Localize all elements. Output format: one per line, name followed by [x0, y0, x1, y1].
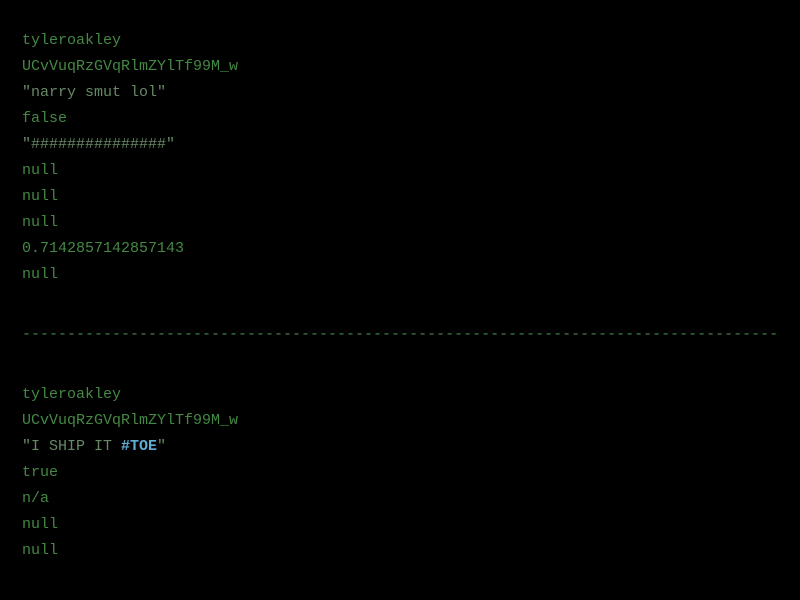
field-title: "narry smut lol" — [22, 80, 778, 106]
hashtag-link[interactable]: #TOE — [121, 438, 157, 455]
field-flag: false — [22, 106, 778, 132]
field-5: n/a — [22, 486, 778, 512]
field-5: "###############" — [22, 132, 778, 158]
field-username: tyleroakley — [22, 28, 778, 54]
field-channel-id: UCvVuqRzGVqRlmZYlTf99M_w — [22, 54, 778, 80]
field-username: tyleroakley — [22, 382, 778, 408]
field-9: 0.7142857142857143 — [22, 236, 778, 262]
field-8: null — [22, 210, 778, 236]
field-7: null — [22, 538, 778, 564]
field-title: "I SHIP IT #TOE" — [22, 434, 778, 460]
field-10: null — [22, 262, 778, 288]
record-block-1: tyleroakley UCvVuqRzGVqRlmZYlTf99M_w "na… — [22, 28, 778, 288]
spacer — [22, 288, 778, 314]
title-text: "narry smut lol" — [22, 84, 166, 101]
field-6: null — [22, 158, 778, 184]
field-channel-id: UCvVuqRzGVqRlmZYlTf99M_w — [22, 408, 778, 434]
field-6: null — [22, 512, 778, 538]
spacer — [22, 356, 778, 382]
field-7: null — [22, 184, 778, 210]
title-prefix: "I SHIP IT — [22, 438, 121, 455]
field-flag: true — [22, 460, 778, 486]
record-separator: ----------------------------------------… — [22, 322, 778, 348]
record-block-2: tyleroakley UCvVuqRzGVqRlmZYlTf99M_w "I … — [22, 382, 778, 564]
title-suffix: " — [157, 438, 166, 455]
